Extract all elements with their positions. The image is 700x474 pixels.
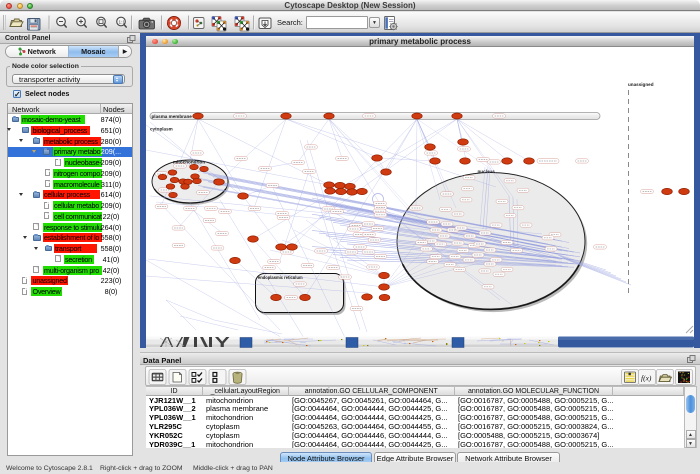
svg-text:cytoplasm: cytoplasm [150, 127, 173, 132]
svg-text:unassigned: unassigned [628, 82, 654, 87]
svg-text:mitochondrion: mitochondrion [173, 159, 205, 164]
svg-text:1:1: 1:1 [119, 19, 126, 24]
svg-text:plasma membrane: plasma membrane [152, 114, 193, 119]
svg-text:endoplasmic reticulum: endoplasmic reticulum [258, 275, 303, 280]
svg-text:nucleus: nucleus [478, 169, 496, 174]
svg-text:f(x): f(x) [641, 374, 652, 383]
